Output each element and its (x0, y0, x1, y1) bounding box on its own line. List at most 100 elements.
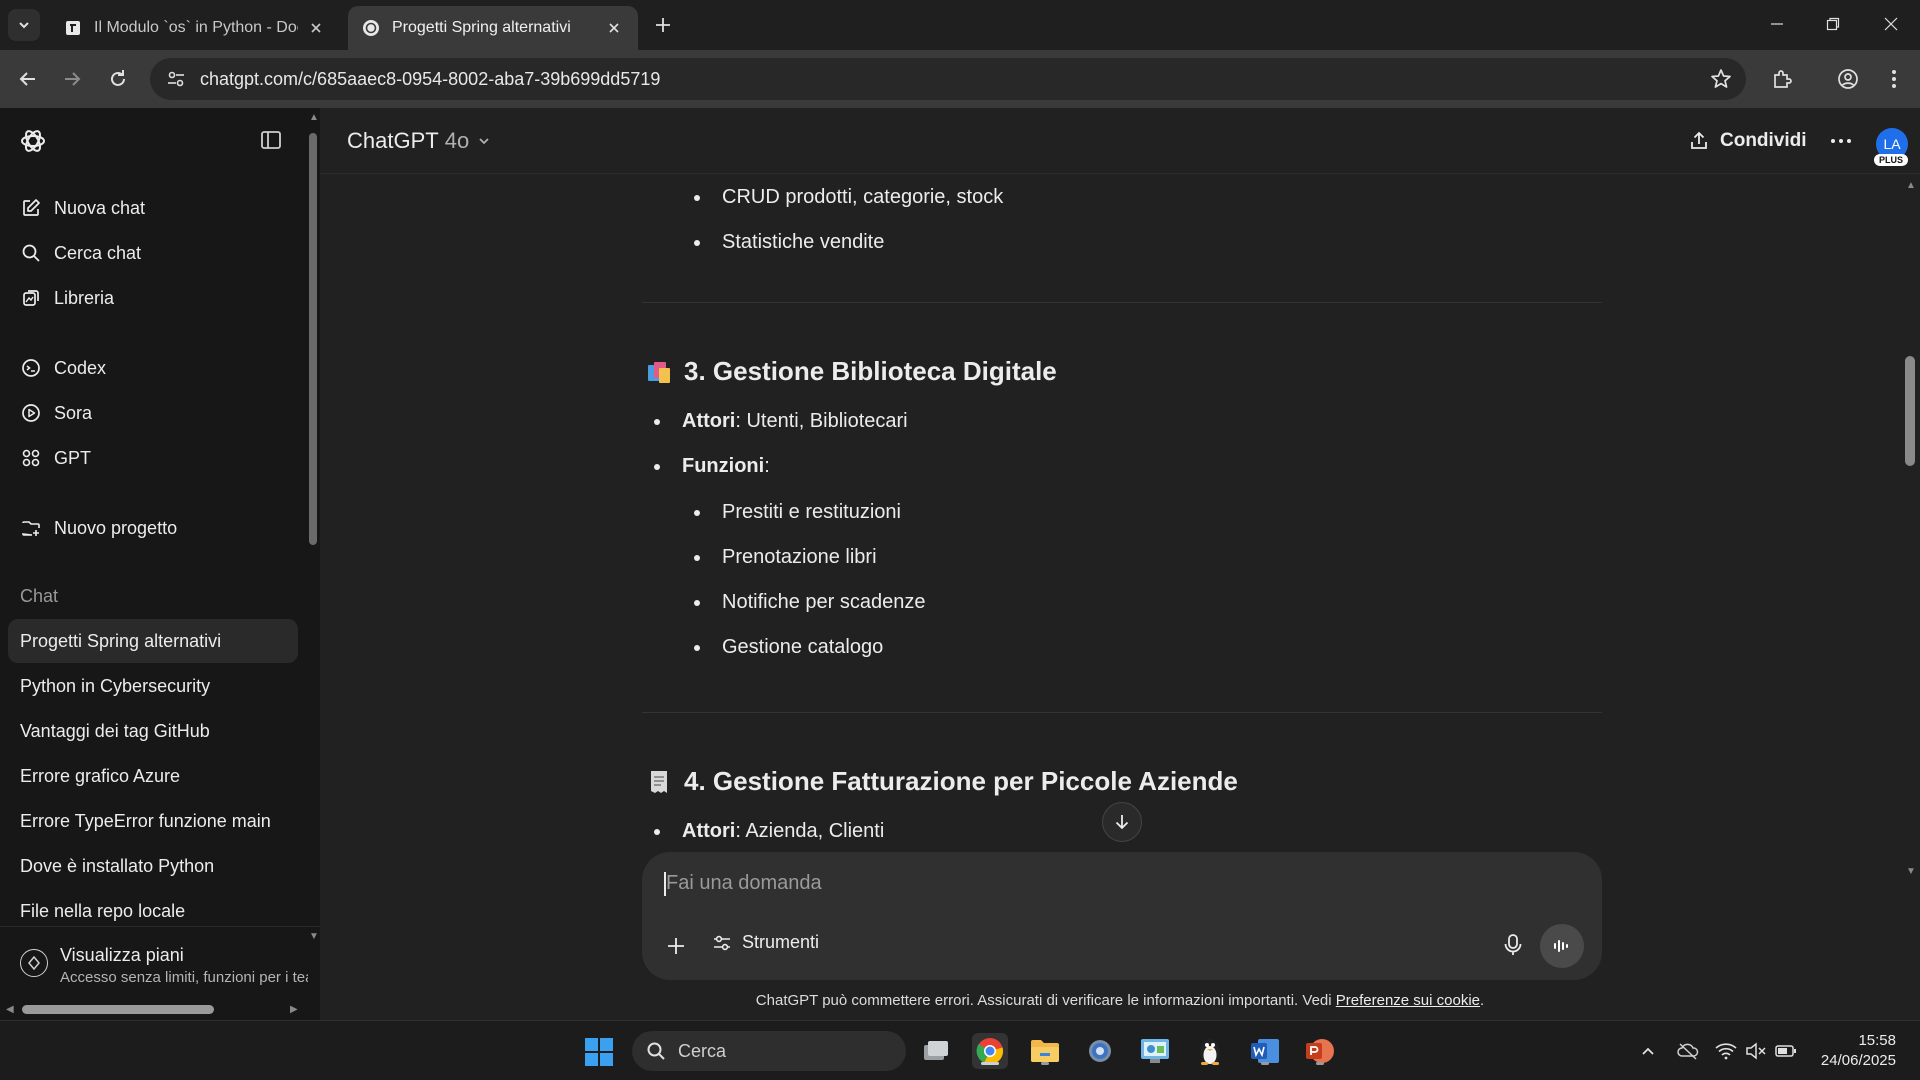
share-button[interactable]: Condividi (1688, 130, 1807, 152)
sidebar-toggle-icon[interactable] (259, 128, 283, 152)
wifi-icon[interactable] (1714, 1039, 1738, 1063)
edit-icon (20, 197, 42, 219)
attach-button[interactable] (662, 932, 690, 960)
bullet-icon (654, 463, 660, 470)
file-explorer-icon[interactable] (1027, 1033, 1063, 1069)
chat-history-item[interactable]: Errore grafico Azure (8, 754, 298, 798)
plus-icon (668, 938, 684, 954)
sidebar-item-label: Nuova chat (54, 197, 146, 218)
sidebar-item-new-project[interactable]: Nuovo progetto (8, 508, 298, 548)
browser-tab-bar: Il Modulo `os` in Python - Docu Progetti… (0, 0, 1920, 50)
windows-start-icon[interactable] (584, 1037, 614, 1067)
tools-button[interactable]: Strumenti (712, 932, 819, 953)
chat-history-item[interactable]: Python in Cybersecurity (8, 664, 298, 708)
minimize-button[interactable] (1754, 8, 1800, 40)
scroll-to-bottom-button[interactable] (1102, 802, 1142, 842)
browser-tab-spring-projects[interactable]: Progetti Spring alternativi (348, 6, 638, 50)
task-view-icon[interactable] (918, 1033, 954, 1069)
control-panel-icon[interactable] (1137, 1033, 1173, 1069)
list-item-label: Attori (682, 410, 736, 432)
sidebar-item-label: Cerca chat (54, 242, 142, 263)
chat-history-item[interactable]: Progetti Spring alternativi (8, 619, 298, 663)
close-tab-icon[interactable] (604, 18, 624, 38)
bullet-icon (694, 644, 700, 651)
arrow-down-icon (1115, 815, 1129, 830)
section-title: 4. Gestione Fatturazione per Piccole Azi… (684, 766, 1238, 796)
restore-button[interactable] (1810, 8, 1856, 40)
cookie-preferences-link[interactable]: Preferenze sui cookie (1336, 992, 1480, 1009)
upgrade-plan-icon (20, 949, 48, 977)
section-title: 3. Gestione Biblioteca Digitale (684, 356, 1057, 386)
bullet-icon (694, 239, 700, 246)
chat-history-item[interactable]: Errore TypeError funzione main (8, 799, 298, 843)
word-icon[interactable] (1247, 1033, 1283, 1069)
sidebar-item-codex[interactable]: Codex (8, 348, 298, 388)
tab-search-button[interactable] (8, 9, 40, 41)
list-item: Notifiche per scadenze (694, 591, 925, 614)
scroll-up-arrow-icon[interactable]: ▲ (309, 112, 319, 123)
model-name: ChatGPT (347, 128, 439, 153)
chat-history-item[interactable]: Dove è installato Python (8, 844, 298, 888)
message-input[interactable]: Fai una domanda (666, 872, 822, 895)
powerpoint-icon[interactable] (1302, 1033, 1338, 1069)
list-item-text: : Utenti, Bibliotecari (735, 410, 908, 432)
scroll-down-arrow-icon[interactable]: ▼ (1906, 866, 1916, 877)
sidebar-hscrollbar[interactable] (22, 1005, 214, 1014)
openai-logo-icon[interactable] (18, 126, 48, 156)
sidebar-item-library[interactable]: Libreria (8, 278, 298, 318)
message-composer[interactable]: Fai una domanda Strumenti (642, 852, 1602, 980)
speaker-muted-icon[interactable] (1744, 1039, 1768, 1063)
document-favicon-icon (64, 19, 82, 37)
scroll-right-arrow-icon[interactable]: ▶ (290, 1004, 298, 1015)
profile-button[interactable] (1834, 65, 1862, 93)
model-version: 4o (444, 128, 470, 153)
main-scrollbar[interactable] (1905, 356, 1915, 466)
taskbar-search-label: Cerca (678, 1040, 727, 1061)
library-icon (20, 287, 42, 309)
close-tab-icon[interactable] (306, 18, 326, 38)
reload-icon (111, 70, 125, 86)
taskbar-search[interactable]: Cerca (632, 1031, 906, 1071)
scroll-down-arrow-icon[interactable]: ▼ (309, 931, 319, 942)
show-hidden-icons-chevron-icon[interactable] (1636, 1039, 1660, 1063)
voice-mode-button[interactable] (1540, 924, 1584, 968)
extensions-button[interactable] (1768, 65, 1796, 93)
onedrive-offline-icon[interactable] (1676, 1039, 1700, 1063)
scroll-left-arrow-icon[interactable]: ◀ (6, 1004, 14, 1015)
browser-menu-button[interactable] (1880, 65, 1908, 93)
section-heading: 3. Gestione Biblioteca Digitale (646, 356, 1057, 387)
back-button[interactable] (14, 65, 42, 93)
reload-button[interactable] (104, 65, 132, 93)
microphone-icon[interactable] (1500, 932, 1526, 958)
model-selector[interactable]: ChatGPT 4o (347, 128, 491, 154)
play-icon (20, 402, 42, 424)
arrow-left-icon (19, 72, 35, 86)
chat-main: ChatGPT 4o Condividi LA PLUS CRUD prodot… (320, 108, 1920, 1020)
system-clock[interactable]: 15:58 24/06/2025 (1816, 1031, 1896, 1071)
more-options-icon[interactable] (1830, 134, 1852, 148)
tools-label: Strumenti (742, 932, 820, 952)
list-item-label: Funzioni (682, 455, 765, 477)
sidebar-item-label: Sora (54, 402, 93, 423)
chrome-icon[interactable] (972, 1033, 1008, 1069)
browser-tab-os-module[interactable]: Il Modulo `os` in Python - Docu (50, 6, 340, 50)
grid-icon (20, 447, 42, 469)
close-window-button[interactable] (1868, 8, 1914, 40)
forward-button[interactable] (58, 65, 86, 93)
scroll-up-arrow-icon[interactable]: ▲ (1906, 180, 1916, 191)
address-bar[interactable]: chatgpt.com/c/685aaec8-0954-8002-aba7-39… (150, 58, 1746, 100)
site-info-icon[interactable] (164, 67, 188, 91)
sidebar-item-sora[interactable]: Sora (8, 393, 298, 433)
settings-gear-icon[interactable] (1082, 1033, 1118, 1069)
sidebar-item-search-chats[interactable]: Cerca chat (8, 233, 298, 273)
sidebar-scrollbar[interactable] (309, 133, 317, 545)
sidebar-item-new-chat[interactable]: Nuova chat (8, 188, 298, 228)
chevron-down-icon (477, 134, 491, 148)
bookmark-star-icon[interactable] (1710, 68, 1732, 90)
new-tab-button[interactable] (650, 12, 676, 38)
penguin-app-icon[interactable] (1192, 1033, 1228, 1069)
chat-history-item[interactable]: Vantaggi dei tag GitHub (8, 709, 298, 753)
divider (642, 712, 1602, 713)
sidebar-item-gpt[interactable]: GPT (8, 438, 298, 478)
battery-icon[interactable] (1774, 1039, 1798, 1063)
